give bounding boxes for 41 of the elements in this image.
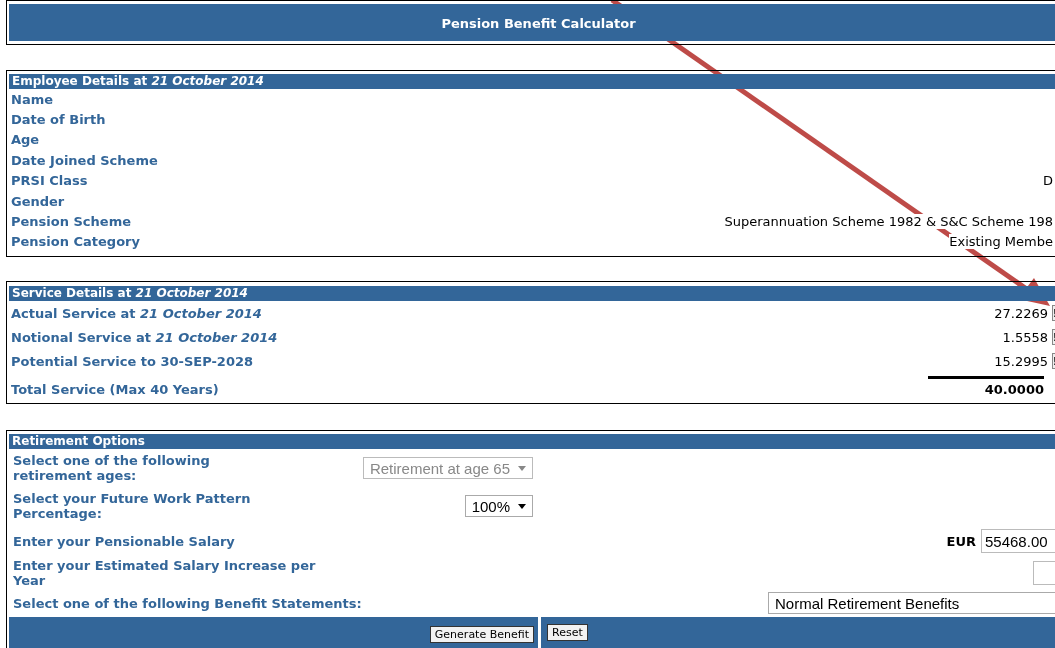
caret-icon xyxy=(518,503,526,509)
reset-button[interactable]: Reset xyxy=(547,624,588,642)
field-label: Date Joined Scheme xyxy=(11,152,158,168)
field-label: Pension Scheme xyxy=(11,214,131,230)
field-label: Total Service (Max 40 Years) xyxy=(11,382,220,398)
field-label: Select one of the following retirement ages: xyxy=(12,452,211,486)
section-header: Employee Details at 21 October 2014 xyxy=(9,74,1055,89)
field-label: Enter your Pensionable Salary xyxy=(12,532,236,551)
input-field[interactable]: 55468.00 xyxy=(981,529,1055,554)
section-header: Service Details at 21 October 2014 xyxy=(9,286,1055,302)
generate-button[interactable]: Generate Benefit xyxy=(429,625,534,643)
dropdown-value: 100% xyxy=(471,497,510,515)
info-button[interactable]: ! xyxy=(1052,329,1055,346)
field-label: Actual Service at 21 October 2014 xyxy=(11,305,263,321)
info-button[interactable]: ! xyxy=(1052,305,1055,322)
field-label: Enter your Estimated Salary Increase per Year xyxy=(12,557,317,590)
field-label: Gender xyxy=(11,193,65,209)
field-label: Name xyxy=(11,91,53,107)
field-value: 27.2269 xyxy=(994,305,1048,321)
total-value: 40.0000 xyxy=(928,376,1044,398)
dropdown[interactable]: 100% xyxy=(464,495,533,518)
field-value: Superannuation Scheme 1982 & S&C Scheme 198 xyxy=(724,214,1053,230)
dropdown[interactable]: Normal Retirement Benefits xyxy=(768,592,1055,615)
field-label: Select your Future Work Pattern Percentage: xyxy=(12,490,252,524)
field-label: Potential Service to 30-SEP-2028 xyxy=(11,353,255,369)
field-label: Age xyxy=(11,132,40,148)
dropdown-value: Normal Retirement Benefits xyxy=(775,594,960,612)
page-title: Pension Benefit Calculator xyxy=(441,15,636,32)
field-label: Pension Category xyxy=(11,234,140,250)
field-value: 15.2995 xyxy=(994,353,1048,369)
field-label: Notional Service at 21 October 2014 xyxy=(11,329,279,345)
field-value: 1.5558 xyxy=(1002,329,1048,345)
dropdown-value: Retirement at age 65 xyxy=(369,459,510,477)
field-label: PRSI Class xyxy=(11,173,88,189)
field-label: Date of Birth xyxy=(11,112,106,128)
currency-label: EUR xyxy=(946,533,976,549)
field-value: Existing Membe xyxy=(949,234,1053,250)
caret-icon xyxy=(518,465,526,471)
section-header: Retirement Options xyxy=(9,434,1055,450)
info-button[interactable]: ! xyxy=(1052,353,1055,370)
field-label: Select one of the following Benefit Statements: xyxy=(12,594,363,613)
